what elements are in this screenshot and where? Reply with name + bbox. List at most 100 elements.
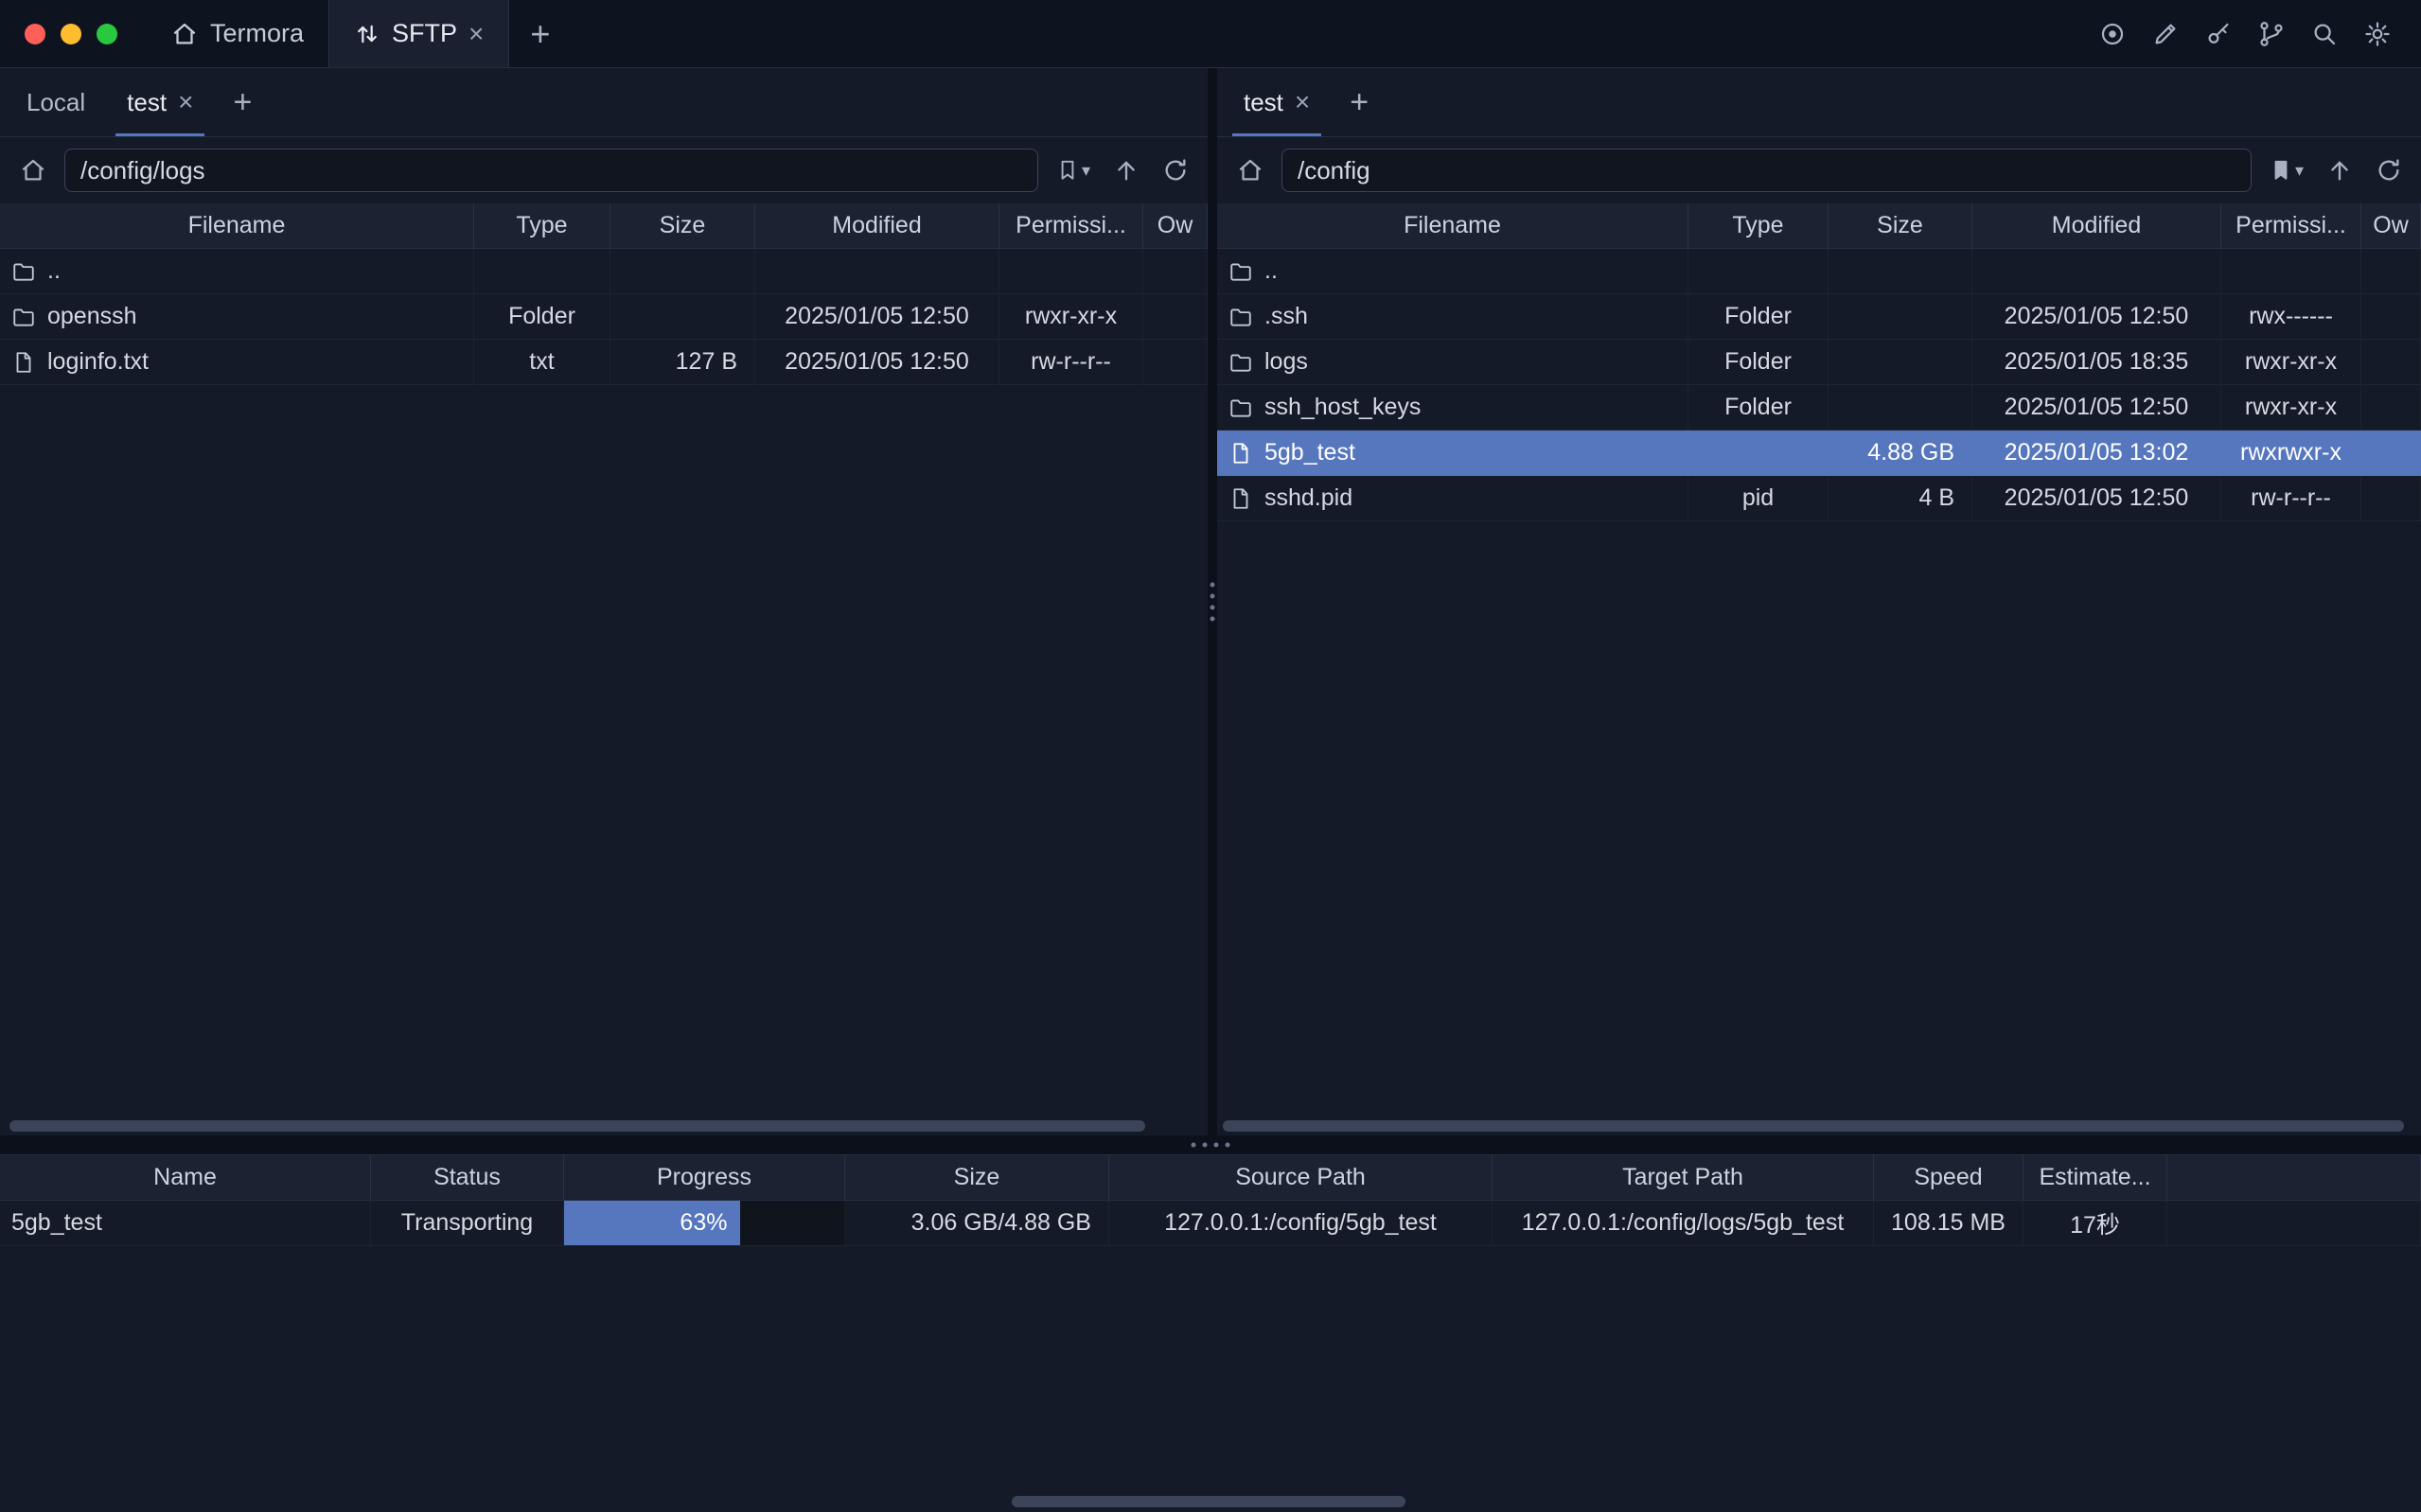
file-row-logs[interactable]: logs Folder 2025/01/05 18:35 rwxr-xr-x bbox=[1217, 340, 2421, 385]
new-terminal-tab-button[interactable]: + bbox=[509, 0, 571, 67]
home-icon bbox=[170, 20, 199, 48]
column-header-modified[interactable]: Modified bbox=[755, 203, 999, 249]
record-icon[interactable] bbox=[2094, 15, 2131, 53]
column-header-speed[interactable]: Speed bbox=[1874, 1155, 2023, 1201]
transfer-row[interactable]: 5gb_test Transporting 63% 3.06 GB/4.88 G… bbox=[0, 1201, 2421, 1246]
refresh-button[interactable] bbox=[1157, 149, 1194, 192]
cell-type: Folder bbox=[1688, 340, 1829, 385]
parent-directory-button[interactable] bbox=[2321, 149, 2359, 192]
cell-size bbox=[610, 294, 755, 340]
cell-type bbox=[474, 249, 610, 294]
filename-label: .. bbox=[47, 257, 61, 285]
cell-owner bbox=[1143, 294, 1208, 340]
progress-fill: 63% bbox=[564, 1201, 740, 1245]
right-new-tab-button[interactable]: + bbox=[1331, 68, 1387, 136]
cell-modified: 2025/01/05 12:50 bbox=[1972, 385, 2221, 431]
tab-sftp[interactable]: SFTP × bbox=[328, 0, 509, 67]
file-row-sshd-pid[interactable]: sshd.pid pid 4 B 2025/01/05 12:50 rw-r--… bbox=[1217, 476, 2421, 521]
file-row-openssh[interactable]: openssh Folder 2025/01/05 12:50 rwxr-xr-… bbox=[0, 294, 1208, 340]
cell-permissions bbox=[999, 249, 1143, 294]
tab-test-right[interactable]: test × bbox=[1223, 68, 1331, 136]
column-header-size[interactable]: Size bbox=[610, 203, 755, 249]
cell-speed: 108.15 MB bbox=[1874, 1201, 2023, 1246]
file-row-5gb-test-selected[interactable]: 5gb_test 4.88 GB 2025/01/05 13:02 rwxrwx… bbox=[1217, 431, 2421, 476]
column-header-estimate[interactable]: Estimate... bbox=[2023, 1155, 2167, 1201]
key-icon[interactable] bbox=[2200, 15, 2237, 53]
home-directory-button[interactable] bbox=[1230, 149, 1270, 192]
cell-filename: .. bbox=[0, 249, 474, 294]
tab-local-label: Local bbox=[27, 88, 85, 117]
titlebar-actions bbox=[2094, 0, 2421, 67]
git-branch-icon[interactable] bbox=[2253, 15, 2290, 53]
cell-size bbox=[610, 249, 755, 294]
cell-permissions: rwxr-xr-x bbox=[999, 294, 1143, 340]
file-icon bbox=[1228, 486, 1253, 511]
cell-modified bbox=[1972, 249, 2221, 294]
chevron-down-icon[interactable]: ▾ bbox=[1082, 161, 1090, 181]
transfer-splitter[interactable] bbox=[0, 1135, 2421, 1154]
file-row-parent[interactable]: .. bbox=[0, 249, 1208, 294]
close-tab-icon[interactable]: × bbox=[1295, 89, 1310, 115]
file-row-ssh-host-keys[interactable]: ssh_host_keys Folder 2025/01/05 12:50 rw… bbox=[1217, 385, 2421, 431]
settings-gear-icon[interactable] bbox=[2359, 15, 2396, 53]
column-header-permissions[interactable]: Permissi... bbox=[999, 203, 1143, 249]
cell-permissions: rw-r--r-- bbox=[999, 340, 1143, 385]
left-new-tab-button[interactable]: + bbox=[214, 68, 271, 136]
column-header-progress[interactable]: Progress bbox=[564, 1155, 845, 1201]
close-tab-icon[interactable]: × bbox=[468, 21, 484, 47]
path-input[interactable] bbox=[64, 149, 1038, 192]
tab-local[interactable]: Local bbox=[6, 68, 106, 136]
horizontal-scrollbar[interactable] bbox=[9, 1120, 1145, 1132]
column-header-filename[interactable]: Filename bbox=[0, 203, 474, 249]
tab-test-left[interactable]: test × bbox=[106, 68, 214, 136]
column-header-owner[interactable]: Ow bbox=[2361, 203, 2421, 249]
panel-splitter[interactable] bbox=[1208, 68, 1217, 1135]
right-file-panel: test × + ▾ bbox=[1217, 68, 2421, 1135]
cell-owner bbox=[2361, 249, 2421, 294]
minimize-window-button[interactable] bbox=[61, 24, 81, 44]
zoom-window-button[interactable] bbox=[97, 24, 117, 44]
cell-target-path: 127.0.0.1:/config/logs/5gb_test bbox=[1493, 1201, 1874, 1246]
bookmark-filled-button[interactable]: ▾ bbox=[2263, 149, 2309, 192]
column-header-status[interactable]: Status bbox=[371, 1155, 564, 1201]
chevron-down-icon[interactable]: ▾ bbox=[2295, 161, 2304, 181]
tab-termora-home[interactable]: Termora bbox=[146, 0, 328, 67]
transfer-horizontal-scrollbar[interactable] bbox=[1012, 1496, 1405, 1507]
cell-modified: 2025/01/05 12:50 bbox=[755, 340, 999, 385]
bookmark-button[interactable]: ▾ bbox=[1050, 149, 1096, 192]
column-header-filename[interactable]: Filename bbox=[1217, 203, 1688, 249]
column-header-owner[interactable]: Ow bbox=[1143, 203, 1208, 249]
column-header-target-path[interactable]: Target Path bbox=[1493, 1155, 1874, 1201]
column-header-name[interactable]: Name bbox=[0, 1155, 371, 1201]
close-window-button[interactable] bbox=[25, 24, 45, 44]
column-header-size[interactable]: Size bbox=[845, 1155, 1109, 1201]
file-panels: Local test × + ▾ bbox=[0, 68, 2421, 1135]
column-header-type[interactable]: Type bbox=[1688, 203, 1829, 249]
right-file-table: Filename Type Size Modified Permissi... … bbox=[1217, 203, 2421, 521]
left-path-bar: ▾ bbox=[0, 137, 1208, 203]
column-header-source-path[interactable]: Source Path bbox=[1109, 1155, 1493, 1201]
refresh-button[interactable] bbox=[2370, 149, 2408, 192]
cell-source-path: 127.0.0.1:/config/5gb_test bbox=[1109, 1201, 1493, 1246]
file-row-ssh[interactable]: .ssh Folder 2025/01/05 12:50 rwx------ bbox=[1217, 294, 2421, 340]
cell-type: Folder bbox=[474, 294, 610, 340]
cell-modified: 2025/01/05 12:50 bbox=[1972, 294, 2221, 340]
home-directory-button[interactable] bbox=[13, 149, 53, 192]
cell-size bbox=[1829, 385, 1972, 431]
cell-name: 5gb_test bbox=[0, 1201, 371, 1246]
cell-filename: logs bbox=[1217, 340, 1688, 385]
column-header-modified[interactable]: Modified bbox=[1972, 203, 2221, 249]
edit-icon[interactable] bbox=[2147, 15, 2184, 53]
cell-modified: 2025/01/05 12:50 bbox=[755, 294, 999, 340]
parent-directory-button[interactable] bbox=[1107, 149, 1145, 192]
path-input[interactable] bbox=[1281, 149, 2252, 192]
column-header-permissions[interactable]: Permissi... bbox=[2221, 203, 2361, 249]
search-icon[interactable] bbox=[2306, 15, 2343, 53]
file-row-parent[interactable]: .. bbox=[1217, 249, 2421, 294]
column-header-type[interactable]: Type bbox=[474, 203, 610, 249]
horizontal-scrollbar[interactable] bbox=[1223, 1120, 2404, 1132]
close-tab-icon[interactable]: × bbox=[178, 89, 193, 115]
file-row-loginfo[interactable]: loginfo.txt txt 127 B 2025/01/05 12:50 r… bbox=[0, 340, 1208, 385]
column-header-size[interactable]: Size bbox=[1829, 203, 1972, 249]
column-header-filler bbox=[2167, 1155, 2421, 1201]
